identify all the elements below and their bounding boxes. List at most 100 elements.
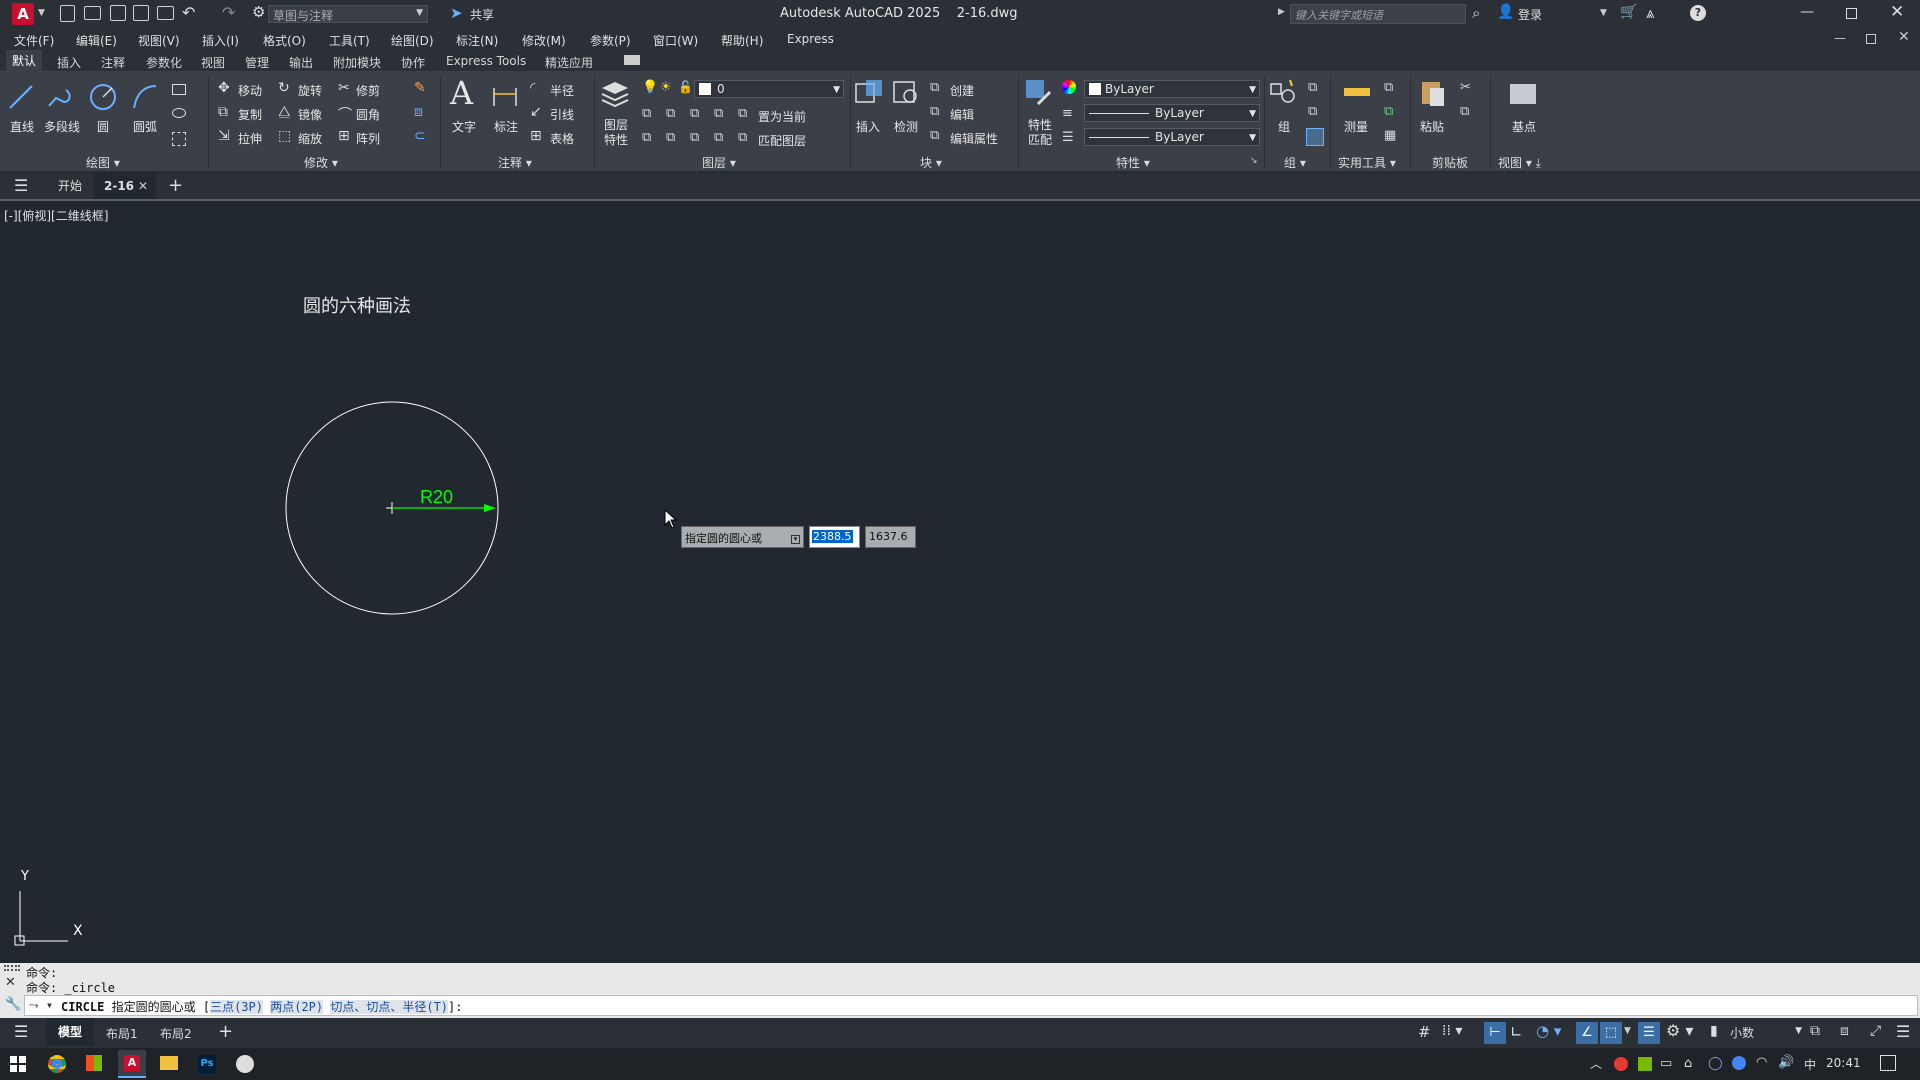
menu-modify[interactable]: 修改(M) xyxy=(522,32,566,49)
group-icon[interactable] xyxy=(1268,78,1298,108)
tray-bluetooth-icon[interactable]: ◯ xyxy=(1708,1056,1723,1071)
close-icon[interactable]: ✕ xyxy=(1890,2,1904,22)
lineweight-icon[interactable]: ≡ xyxy=(1062,106,1073,121)
match-layer-icon[interactable]: ⧉ xyxy=(738,130,747,145)
hatch-ellipse-icon[interactable] xyxy=(172,108,186,118)
option-3p[interactable]: 三点(3P) xyxy=(210,1000,263,1014)
lineweight-dropdown[interactable]: ByLayer ▼ xyxy=(1084,128,1260,146)
leader-icon[interactable]: ↙ xyxy=(530,104,542,120)
new-layout-icon[interactable]: + xyxy=(218,1021,233,1042)
autocad-logo-icon[interactable]: A xyxy=(12,3,34,25)
ime-indicator[interactable]: 中 xyxy=(1804,1056,1816,1073)
layout-menu-icon[interactable]: ☰ xyxy=(14,1022,28,1041)
move-icon[interactable]: ✥ xyxy=(218,80,230,96)
annotation-panel-title[interactable]: 注释 ▾ xyxy=(498,154,532,171)
region-icon[interactable] xyxy=(172,132,186,146)
layers-panel-title[interactable]: 图层 ▾ xyxy=(702,154,736,171)
dimension-button-label[interactable]: 标注 xyxy=(494,118,518,135)
tray-nvidia-icon[interactable] xyxy=(1638,1057,1652,1071)
menu-format[interactable]: 格式(O) xyxy=(263,32,306,49)
edit-block-icon[interactable]: ⧉ xyxy=(930,104,939,119)
hamburger-menu-icon[interactable]: ☰ xyxy=(14,176,28,195)
tab-parametric[interactable]: 参数化 xyxy=(146,54,182,71)
save-as-icon[interactable] xyxy=(133,5,149,21)
detect-label[interactable]: 检测 xyxy=(894,118,918,135)
tab-manage[interactable]: 管理 xyxy=(245,54,269,71)
match-properties-icon[interactable] xyxy=(1024,78,1054,108)
layer-dropdown[interactable]: 0 ▼ xyxy=(694,80,844,98)
trim-button-label[interactable]: 修剪 xyxy=(356,82,380,99)
rotate-icon[interactable]: ↻ xyxy=(278,80,290,96)
minimize-icon[interactable]: — xyxy=(1800,4,1814,20)
tray-record-icon[interactable] xyxy=(1614,1057,1628,1071)
new-tab-icon[interactable]: + xyxy=(168,175,183,196)
tab-output[interactable]: 输出 xyxy=(289,54,313,71)
option-ttr[interactable]: 切点、切点、半径(T) xyxy=(330,1000,449,1014)
login-button[interactable]: 登录 xyxy=(1518,6,1542,23)
line-icon[interactable] xyxy=(6,82,36,112)
draw-panel-title[interactable]: 绘图 ▾ xyxy=(86,154,120,171)
radius-dimension-text[interactable]: R20 xyxy=(420,487,453,508)
layer-sun-icon[interactable]: ☀ xyxy=(660,80,672,95)
tray-device-icon[interactable]: ▭ xyxy=(1660,1056,1672,1071)
redo-icon[interactable]: ↷ xyxy=(222,3,235,22)
linetype-icon[interactable]: ☰ xyxy=(1062,130,1074,145)
fullscreen-icon[interactable]: ⤢ xyxy=(1870,1023,1881,1039)
customize-status-icon[interactable]: ☰ xyxy=(1896,1022,1910,1041)
menu-insert[interactable]: 插入(I) xyxy=(202,32,239,49)
table-icon[interactable]: ⊞ xyxy=(530,128,542,144)
scale-icon[interactable]: ⬚ xyxy=(278,128,291,144)
tab-insert[interactable]: 插入 xyxy=(57,54,81,71)
layer-properties-label[interactable]: 图层 特性 xyxy=(604,118,628,148)
circle-button-label[interactable]: 圆 xyxy=(97,118,109,135)
open-file-icon[interactable] xyxy=(84,6,101,20)
command-grip-icon[interactable] xyxy=(4,965,20,971)
table-button-label[interactable]: 表格 xyxy=(550,130,574,147)
layer-tool-icon[interactable]: ⧉ xyxy=(666,106,675,121)
create-block-button[interactable]: 创建 xyxy=(950,82,974,99)
layer-lock-icon[interactable]: 🔓 xyxy=(678,80,693,94)
menu-draw[interactable]: 绘图(D) xyxy=(391,32,434,49)
view-panel-title[interactable]: 视图 ▾ ⤓ xyxy=(1498,154,1541,171)
cut-icon[interactable]: ✂ xyxy=(1460,80,1471,95)
windows-start-icon[interactable] xyxy=(10,1056,26,1072)
doc-restore-icon[interactable] xyxy=(1866,34,1876,44)
move-button-label[interactable]: 移动 xyxy=(238,82,262,99)
copy-button-label[interactable]: 复制 xyxy=(238,106,262,123)
login-chevron-icon[interactable]: ▼ xyxy=(1600,8,1607,18)
object-snap-icon[interactable]: ⬚ xyxy=(1600,1022,1622,1044)
color-dropdown[interactable]: ByLayer ▼ xyxy=(1084,80,1260,98)
utility-tool-icon[interactable]: ⧉ xyxy=(1384,104,1393,119)
grid-icon[interactable]: # xyxy=(1418,1023,1431,1041)
stretch-button-label[interactable]: 拉伸 xyxy=(238,130,262,147)
close-tab-icon[interactable]: ✕ xyxy=(138,173,148,199)
notification-icon[interactable] xyxy=(1880,1055,1896,1071)
block-panel-title[interactable]: 块 ▾ xyxy=(920,154,942,171)
ortho-icon[interactable]: ∟ xyxy=(1510,1023,1523,1041)
erase-icon[interactable]: ✎ xyxy=(414,80,426,96)
paste-button-label[interactable]: 粘贴 xyxy=(1420,118,1444,135)
print-icon[interactable] xyxy=(157,6,174,20)
y-coordinate-input[interactable]: 1637.6 xyxy=(865,526,916,548)
tab-default[interactable]: 默认 xyxy=(6,50,43,72)
search-expand-icon[interactable]: ▶ xyxy=(1278,7,1285,17)
restore-icon[interactable] xyxy=(1846,8,1857,19)
workspace-select[interactable]: 草图与注释 ▼ xyxy=(268,5,428,23)
tray-usb-icon[interactable]: ⌂ xyxy=(1684,1056,1692,1071)
menu-tools[interactable]: 工具(T) xyxy=(329,32,370,49)
modify-panel-title[interactable]: 修改 ▾ xyxy=(304,154,338,171)
layer-tool-icon[interactable]: ⧉ xyxy=(642,106,651,121)
copy-clip-icon[interactable]: ⧉ xyxy=(1460,104,1469,119)
ribbon-minimize-icon[interactable] xyxy=(624,55,640,65)
dimension-icon[interactable] xyxy=(490,80,520,110)
tab-view[interactable]: 视图 xyxy=(201,54,225,71)
options-arrow-icon[interactable]: ▾ xyxy=(791,535,800,544)
base-point-icon[interactable] xyxy=(1508,82,1538,112)
command-close-icon[interactable]: ✕ xyxy=(5,975,16,990)
file-explorer-icon[interactable] xyxy=(160,1056,178,1070)
drawing-viewport[interactable]: [-][俯视][二维线框] 圆的六种画法 R20 Y X 指定圆的圆心或 ▾ 2… xyxy=(0,201,1920,963)
arc-button-label[interactable]: 圆弧 xyxy=(133,118,157,135)
chrome-icon[interactable] xyxy=(48,1055,66,1073)
user-icon[interactable]: 👤 xyxy=(1497,4,1514,20)
search-box[interactable]: 键入关键字或短语 xyxy=(1290,4,1466,24)
